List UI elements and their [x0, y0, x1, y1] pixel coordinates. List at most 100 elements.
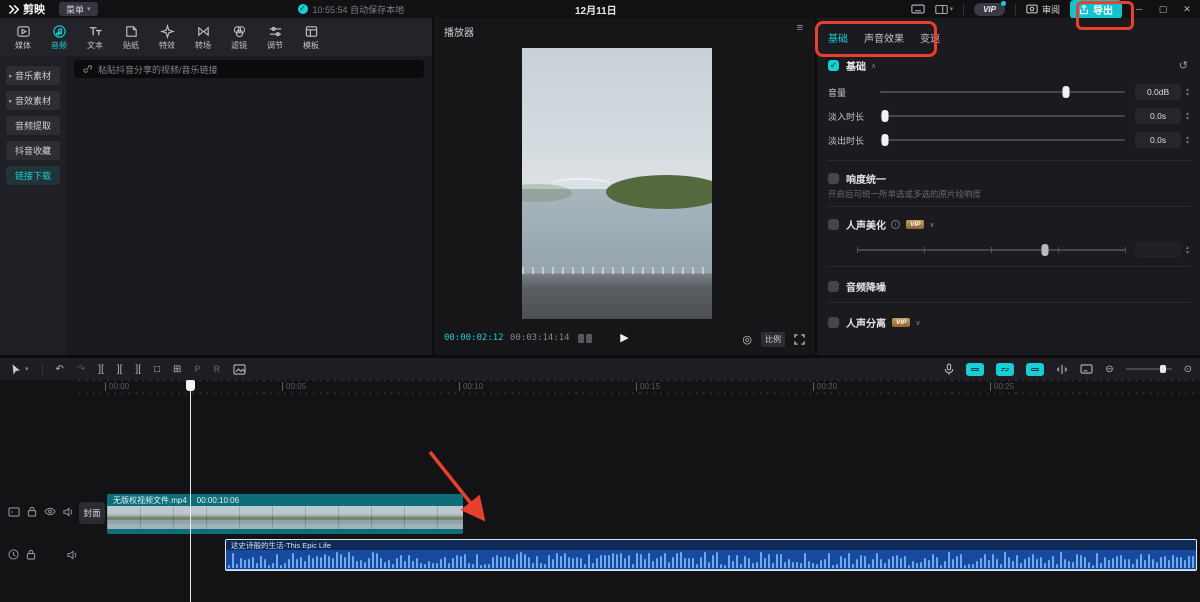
tab-templates[interactable]: 模板 — [293, 22, 329, 51]
video-clip[interactable]: 无版权视频文件.mp4 00:00:10:06 — [107, 494, 463, 534]
export-button[interactable]: 导出 — [1070, 0, 1122, 19]
split-icon[interactable]: ][ — [98, 364, 104, 375]
player-title: 播放器 — [444, 28, 474, 39]
record-voiceover-mic-icon[interactable] — [944, 363, 954, 376]
player-menu-icon[interactable]: ≡ — [797, 22, 803, 34]
fade-out-value[interactable]: 0.0s — [1135, 132, 1182, 148]
denoise-label: 音频降噪 — [846, 283, 886, 294]
timeline-zoom-slider[interactable] — [1125, 364, 1172, 374]
fade-out-slider[interactable] — [880, 134, 1126, 146]
link-preview-toggle[interactable] — [996, 362, 1015, 376]
sidebar-item-sound-effects[interactable]: ▸ 音效素材 — [6, 91, 60, 110]
tab-basic[interactable]: 基础 — [828, 30, 848, 45]
voice-beautify-slider[interactable] — [857, 244, 1127, 256]
review-button[interactable]: 审阅 — [1026, 3, 1060, 16]
sidebar-item-link-download[interactable]: 链接下载 — [6, 166, 60, 185]
ratio-button[interactable]: 比例 — [761, 332, 785, 347]
crop-image-icon[interactable] — [233, 363, 246, 375]
collapse-caret-icon[interactable]: ∨ — [915, 319, 920, 327]
capcut-app: 剪映 菜单 ▾ ✓ 10:55:54 自动保存本地 12月11日 ▾ VIP 审… — [0, 0, 1200, 602]
maximize-button[interactable]: ▢ — [1156, 4, 1170, 15]
freeze-frame-icon[interactable]: □ — [154, 364, 160, 375]
basic-checkbox[interactable]: ✓ — [828, 60, 839, 71]
sidebar-item-douyin-favorites[interactable]: 抖音收藏 — [6, 141, 60, 160]
tab-effects[interactable]: 特效 — [149, 22, 185, 51]
volume-stepper[interactable]: ▲ ▼ — [1185, 87, 1190, 97]
denoise-checkbox[interactable] — [828, 281, 839, 292]
sidebar-item-music[interactable]: ▸ 音乐素材 — [6, 66, 60, 85]
video-clip-filmstrip — [107, 506, 463, 529]
reset-icon[interactable]: ↺ — [1179, 59, 1188, 72]
screen-record-icon[interactable] — [1080, 364, 1093, 374]
zoom-fit-icon[interactable]: ⊙ — [1184, 364, 1192, 375]
fade-in-value[interactable]: 0.0s — [1135, 108, 1182, 124]
playhead-line[interactable] — [190, 380, 191, 602]
tab-audio[interactable]: 音频 — [41, 22, 77, 51]
snapshot-icon[interactable]: ◎ — [742, 333, 752, 346]
sidebar-item-audio-extract[interactable]: 音频提取 — [6, 116, 60, 135]
voice-beautify-checkbox[interactable] — [828, 219, 839, 230]
video-preview[interactable] — [522, 48, 712, 319]
link-download-content: 粘贴抖音分享的视频/音乐链接 — [66, 56, 432, 355]
rotate-icon[interactable]: R — [213, 364, 220, 374]
video-clip-name: 无版权视频文件.mp4 — [113, 495, 187, 505]
reverse-icon[interactable]: ⊞ — [173, 364, 181, 375]
select-tool-icon[interactable]: ▾ — [10, 363, 29, 376]
link-input[interactable]: 粘贴抖音分享的视频/音乐链接 — [74, 60, 424, 78]
cover-button[interactable]: 封面 — [79, 502, 105, 524]
vocal-separation-checkbox[interactable] — [828, 317, 839, 328]
video-clip-duration: 00:00:10:06 — [196, 495, 240, 505]
snap-magnet-toggle[interactable] — [966, 362, 985, 376]
speaker-icon[interactable] — [63, 506, 74, 517]
shortcut-keyboard-icon[interactable] — [910, 3, 925, 15]
redo-icon[interactable]: ↷ — [77, 364, 85, 375]
fullscreen-icon[interactable] — [794, 334, 805, 345]
tab-speed[interactable]: 变速 — [920, 30, 940, 45]
layout-panel-icon[interactable]: ▾ — [934, 4, 953, 15]
loudness-checkbox[interactable] — [828, 173, 839, 184]
tab-transitions[interactable]: 转场 — [185, 22, 221, 51]
tab-sound-effects[interactable]: 声音效果 — [864, 30, 904, 45]
eye-icon[interactable] — [44, 507, 56, 516]
tab-adjust[interactable]: 调节 — [257, 22, 293, 51]
fade-out-stepper[interactable]: ▲ ▼ — [1185, 135, 1190, 145]
divider — [828, 206, 1190, 207]
play-button[interactable]: ▶ — [620, 331, 628, 344]
frame-display-icon[interactable] — [578, 334, 592, 343]
mirror-icon[interactable]: P — [194, 364, 200, 374]
info-icon[interactable]: i — [891, 220, 900, 229]
tab-media[interactable]: 媒体 — [5, 22, 41, 51]
undo-icon[interactable]: ↶ — [56, 364, 64, 375]
menu-button[interactable]: 菜单 ▾ — [59, 2, 98, 16]
voice-beautify-value — [1135, 242, 1182, 258]
tab-sticker[interactable]: 贴纸 — [113, 22, 149, 51]
timeline-ruler[interactable]: 00:00 00:05 00:10 00:15 00:20 00:25 — [75, 380, 1200, 394]
tab-filters[interactable]: 滤镜 — [221, 22, 257, 51]
fade-in-stepper[interactable]: ▲ ▼ — [1185, 111, 1190, 121]
volume-value[interactable]: 0.0dB — [1135, 84, 1182, 100]
vip-badge[interactable]: VIP — [974, 0, 1006, 16]
beat-detect-icon[interactable] — [8, 549, 19, 560]
review-icon — [1026, 4, 1038, 14]
zoom-out-icon[interactable]: ⊖ — [1105, 364, 1113, 375]
tab-text[interactable]: 文本 — [77, 22, 113, 51]
collapse-caret-icon[interactable]: ∧ — [871, 62, 876, 70]
collapse-caret-icon[interactable]: ∨ — [929, 221, 934, 229]
speaker-icon[interactable] — [67, 549, 78, 560]
audio-clip[interactable]: 这史诗般的生活-This Epic Life — [225, 539, 1197, 571]
lock-icon[interactable] — [26, 549, 36, 560]
delete-left-icon[interactable]: ][ — [117, 364, 123, 375]
lock-icon[interactable] — [27, 506, 37, 517]
delete-right-icon[interactable]: ][ — [135, 364, 141, 375]
fade-in-slider[interactable] — [880, 110, 1126, 122]
divider — [828, 266, 1190, 267]
expand-tracks-icon[interactable] — [1056, 364, 1068, 375]
playhead-handle[interactable] — [186, 380, 195, 391]
close-button[interactable]: ✕ — [1180, 4, 1194, 15]
minimize-button[interactable]: ─ — [1132, 4, 1146, 14]
timeline[interactable]: 00:00 00:05 00:10 00:15 00:20 00:25 封面 无… — [0, 380, 1200, 602]
preview-axis-toggle[interactable] — [1026, 362, 1045, 376]
track-display-icon[interactable] — [8, 506, 20, 517]
volume-slider[interactable] — [880, 86, 1126, 98]
ruler-label: 00:25 — [990, 382, 1015, 391]
